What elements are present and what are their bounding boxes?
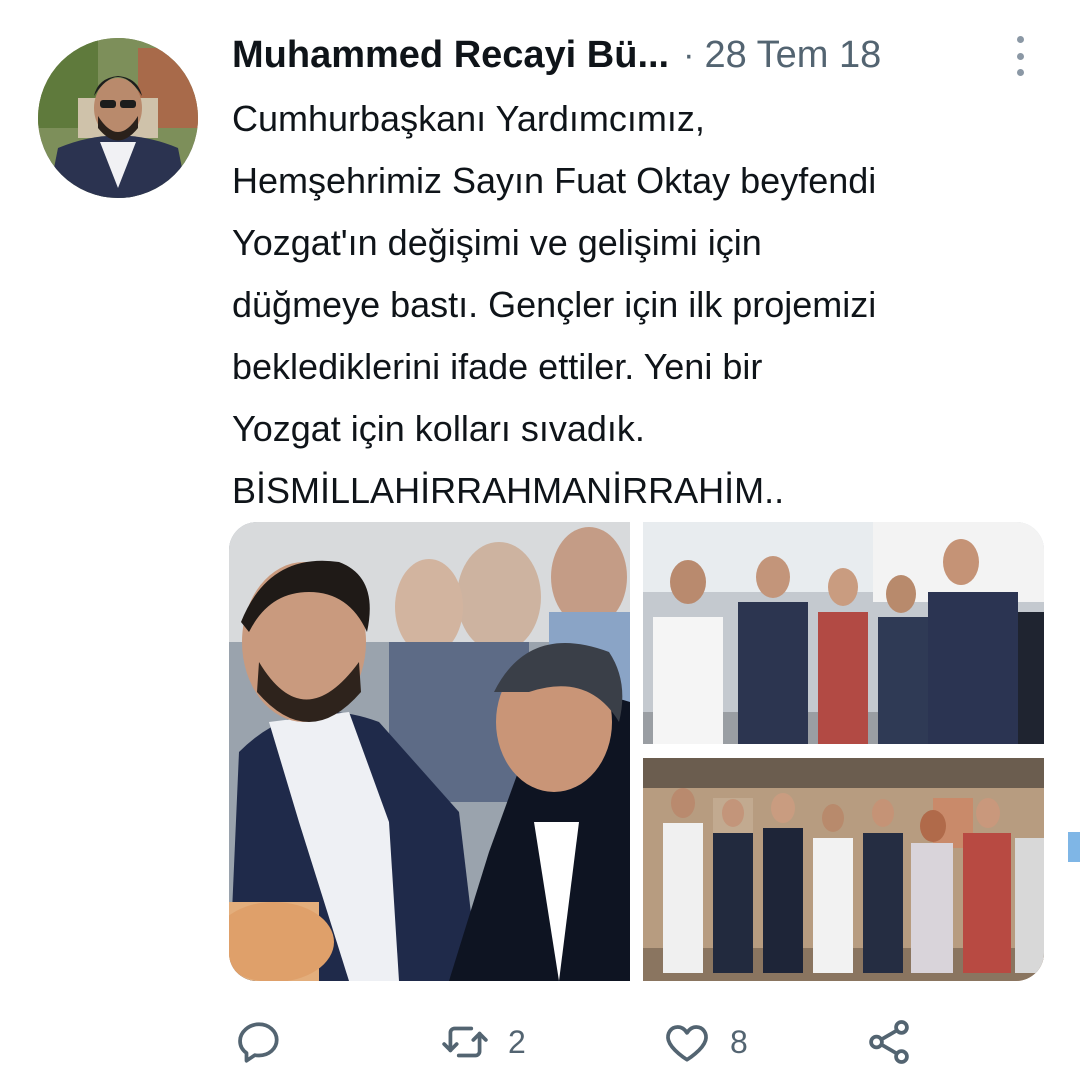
like-button[interactable]: 8 — [662, 1010, 748, 1074]
scroll-indicator — [1068, 832, 1080, 862]
tweet-text-line: düğmeye bastı. Gençler için ilk projemiz… — [232, 284, 877, 325]
tweet-text-line: Yozgat'ın değişimi ve gelişimi için — [232, 222, 762, 263]
reply-icon — [238, 1022, 279, 1063]
share-button[interactable] — [864, 1010, 914, 1074]
tweet-text-line: Cumhurbaşkanı Yardımcımız, — [232, 98, 705, 139]
tweet-date[interactable]: 28 Tem 18 — [704, 34, 881, 77]
tweet-text-line: Yozgat için kolları sıvadık. — [232, 408, 645, 449]
retweet-count: 2 — [508, 1023, 526, 1060]
tweet-text-line: BİSMİLLAHİRRAHMANİRRAHİM.. — [232, 470, 785, 511]
avatar[interactable] — [38, 38, 198, 198]
heart-icon — [666, 1025, 708, 1062]
header-separator: · — [683, 35, 695, 74]
media-photo-1[interactable] — [229, 522, 630, 981]
media-photo-2[interactable] — [643, 522, 1044, 744]
tweet-actions: 2 8 — [232, 1010, 932, 1074]
retweet-icon — [442, 1026, 488, 1058]
tweet-header: Muhammed Recayi Bü... · 28 Tem 18 — [232, 30, 881, 80]
tweet-text: Cumhurbaşkanı Yardımcımız, Hemşehrimiz S… — [232, 88, 1052, 522]
tweet[interactable]: Muhammed Recayi Bü... · 28 Tem 18 Cumhur… — [0, 0, 1080, 1090]
share-icon — [869, 1020, 909, 1064]
like-count: 8 — [730, 1023, 748, 1060]
tweet-text-line: Hemşehrimiz Sayın Fuat Oktay beyfendi — [232, 160, 877, 201]
reply-button[interactable] — [234, 1010, 302, 1074]
media-photo-3[interactable] — [643, 758, 1044, 981]
retweet-button[interactable]: 2 — [440, 1010, 526, 1074]
avatar-image — [38, 38, 198, 198]
media-grid — [229, 522, 1044, 981]
author-name[interactable]: Muhammed Recayi Bü... — [232, 34, 669, 77]
tweet-text-line: beklediklerini ifade ettiler. Yeni bir — [232, 346, 763, 387]
more-options-icon[interactable] — [1010, 36, 1030, 76]
